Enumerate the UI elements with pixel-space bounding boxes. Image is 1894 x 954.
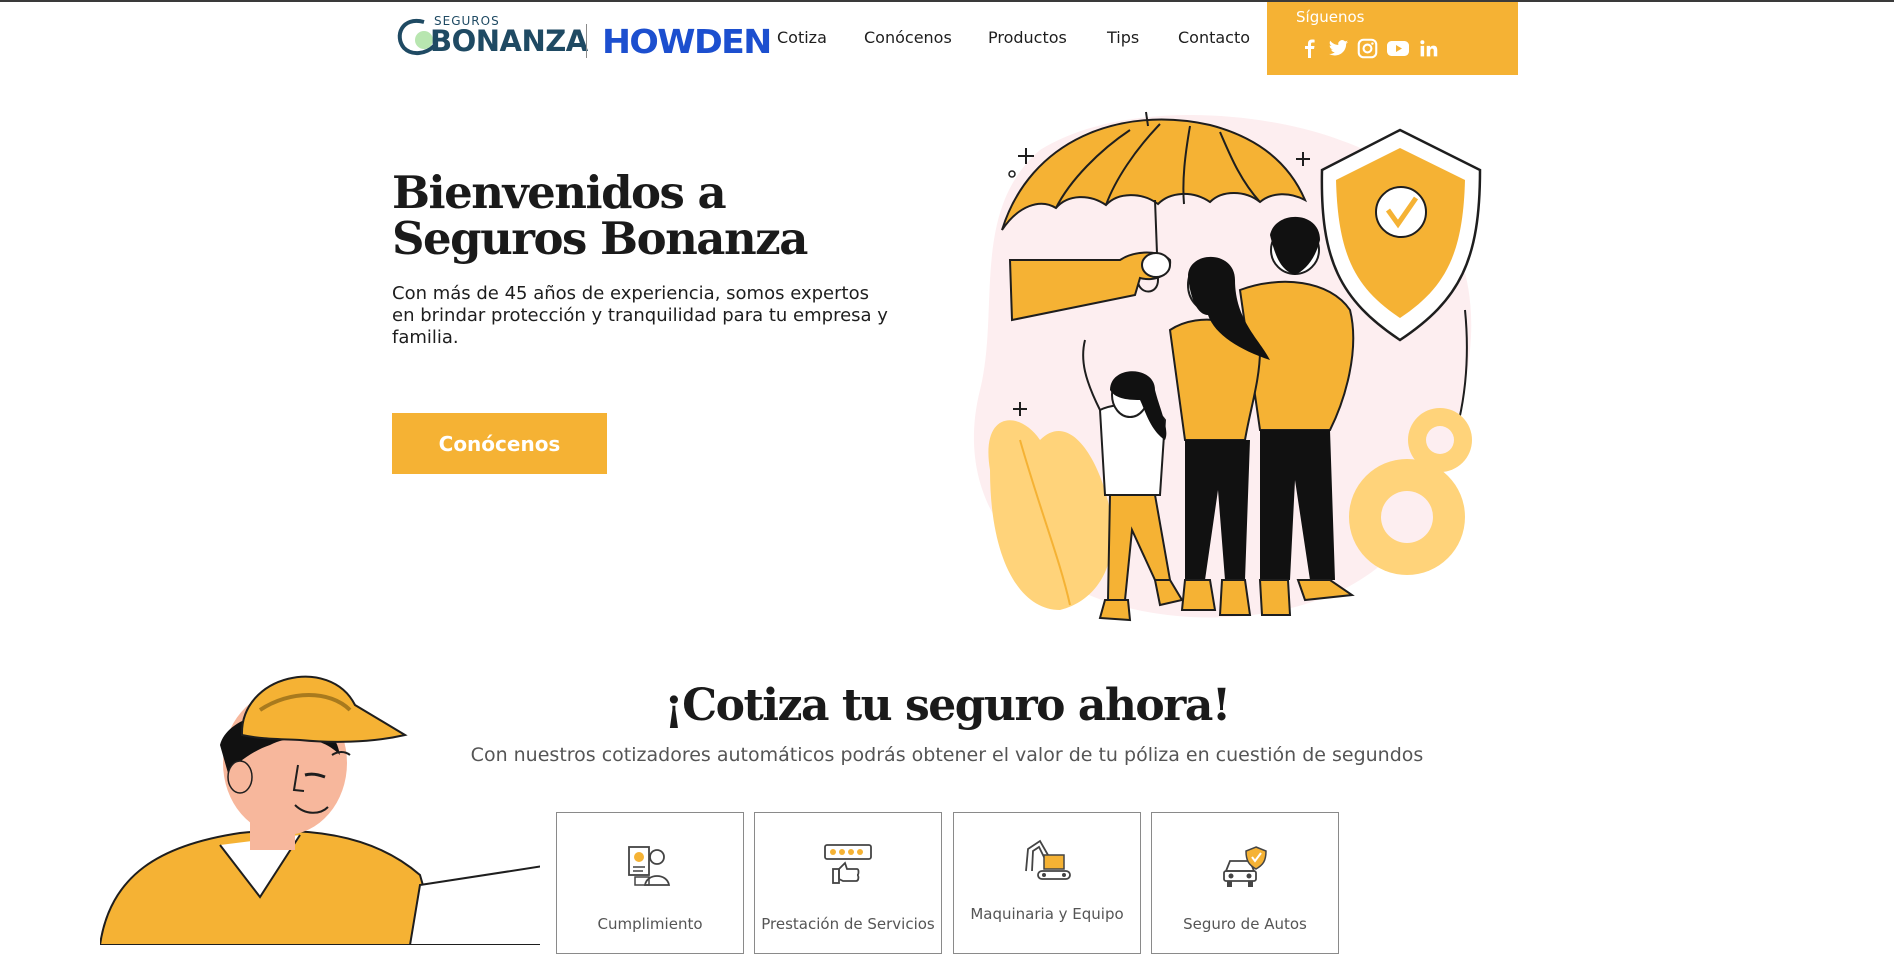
card-cumplimiento[interactable]: Cumplimiento <box>556 812 744 954</box>
nav-conocenos[interactable]: Conócenos <box>864 28 952 47</box>
linkedin-icon[interactable] <box>1418 38 1439 59</box>
logo-big-text: BONANZA <box>430 24 588 58</box>
card-label: Seguro de Autos <box>1183 915 1307 933</box>
hero-title: Bienvenidos a Seguros Bonanza <box>392 166 808 265</box>
twitter-icon[interactable] <box>1328 38 1349 59</box>
quote-subtitle: Con nuestros cotizadores automáticos pod… <box>470 744 1424 766</box>
card-maquinaria-equipo[interactable]: Maquinaria y Equipo <box>953 812 1141 954</box>
youtube-icon[interactable] <box>1386 38 1410 59</box>
card-seguro-autos[interactable]: Seguro de Autos <box>1151 812 1339 954</box>
nav-contacto[interactable]: Contacto <box>1178 28 1250 47</box>
social-icons <box>1299 38 1439 59</box>
facebook-icon[interactable] <box>1299 38 1320 59</box>
quote-title: ¡Cotiza tu seguro ahora! <box>664 680 1231 731</box>
social-panel: Síguenos <box>1267 2 1518 75</box>
brand-logo[interactable]: SEGUROS BONANZA HOWDEN <box>394 12 772 62</box>
thumbs-up-rating-icon <box>824 844 872 884</box>
car-shield-icon <box>1223 846 1267 887</box>
howden-logo-text: HOWDEN <box>602 22 772 61</box>
nav-productos[interactable]: Productos <box>988 28 1067 47</box>
excavator-icon <box>1025 839 1071 880</box>
contract-person-icon <box>628 846 671 886</box>
nav-tips[interactable]: Tips <box>1107 28 1139 47</box>
top-border <box>0 0 1894 2</box>
conocenos-button[interactable]: Conócenos <box>392 413 607 474</box>
instagram-icon[interactable] <box>1357 38 1378 59</box>
logo-divider <box>586 24 587 58</box>
card-label: Prestación de Servicios <box>761 915 935 933</box>
card-label: Cumplimiento <box>597 915 703 933</box>
social-title: Síguenos <box>1296 8 1365 26</box>
card-label: Maquinaria y Equipo <box>970 905 1124 923</box>
nav-cotiza[interactable]: Cotiza <box>777 28 827 47</box>
hero-description: Con más de 45 años de experiencia, somos… <box>392 283 888 348</box>
family-umbrella-illustration <box>973 111 1482 622</box>
card-prestacion-servicios[interactable]: Prestación de Servicios <box>754 812 942 954</box>
